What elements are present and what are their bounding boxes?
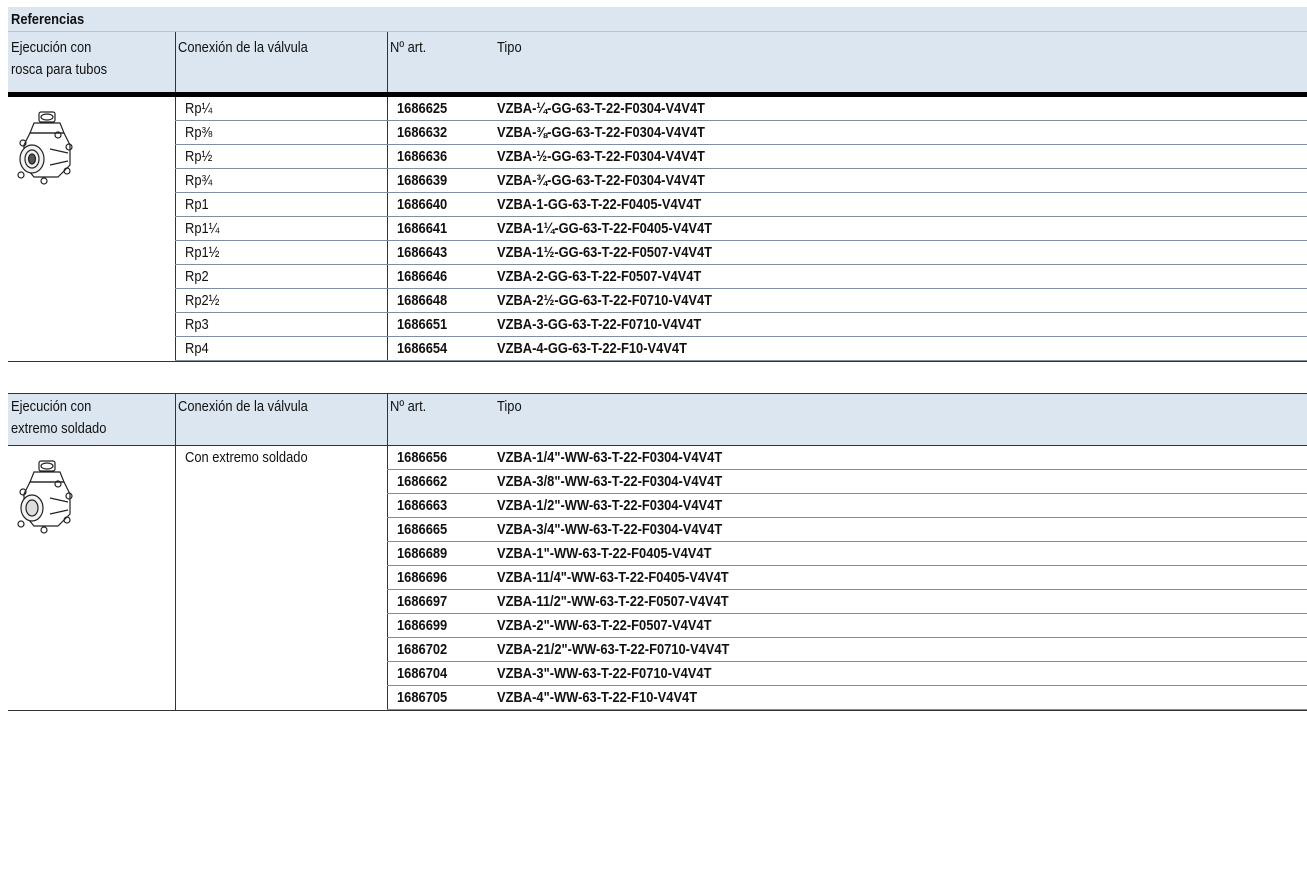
connection-cell: Rp1½ — [185, 244, 220, 261]
connection-cell: Rp1¼ — [185, 220, 220, 237]
welded-connection-label: Con extremo soldado — [185, 449, 308, 466]
part-number-cell: 1686662 — [397, 473, 448, 490]
part-number-cell: 1686665 — [397, 521, 448, 538]
col-header-part-number: Nº art. — [390, 39, 427, 56]
connection-cell: Rp2½ — [185, 292, 220, 309]
table-row: Rp1¼ 1686641 VZBA-1¼-GG-63-T-22-F0405-V4V4… — [175, 217, 1307, 241]
part-number-cell: 1686639 — [397, 172, 448, 189]
type-cell: VZBA-3"-WW-63-T-22-F0710-V4V4T — [497, 665, 712, 682]
type-cell: VZBA-½-GG-63-T-22-F0304-V4V4T — [497, 148, 705, 165]
table-row: 1686697 VZBA-11/2"-WW-63-T-22-F0507-V4V4T — [387, 590, 1307, 614]
order-table: Referencias Ejecución con rosca para tubo… — [8, 7, 1307, 711]
part-number-cell: 1686705 — [397, 689, 448, 706]
type-cell: VZBA-1/4"-WW-63-T-22-F0304-V4V4T — [497, 449, 723, 466]
connection-cell: Rp½ — [185, 148, 213, 165]
connection-cell: Rp2 — [185, 268, 209, 285]
part-number-cell: 1686654 — [397, 340, 448, 357]
table-row: 1686702 VZBA-21/2"-WW-63-T-22-F0710-V4V4T — [387, 638, 1307, 662]
section1-body: Rp¼ 1686625 VZBA-¼-GG-63-T-22-F0304-V4V4T R… — [8, 97, 1307, 361]
type-cell: VZBA-2-GG-63-T-22-F0507-V4V4T — [497, 268, 702, 285]
type-cell: VZBA-4-GG-63-T-22-F10-V4V4T — [497, 340, 687, 357]
part-number-cell: 1686656 — [397, 449, 448, 466]
type-cell: VZBA-1½-GG-63-T-22-F0507-V4V4T — [497, 244, 713, 261]
connection-cell: Rp⅜ — [185, 124, 213, 141]
type-cell: VZBA-⅜-GG-63-T-22-F0304-V4V4T — [497, 124, 705, 141]
table-row: Rp¼ 1686625 VZBA-¼-GG-63-T-22-F0304-V4V4T — [175, 97, 1307, 121]
type-cell: VZBA-1"-WW-63-T-22-F0405-V4V4T — [497, 545, 712, 562]
part-number-cell: 1686636 — [397, 148, 448, 165]
part-number-cell: 1686699 — [397, 617, 448, 634]
type-cell: VZBA-1¼-GG-63-T-22-F0405-V4V4T — [497, 220, 713, 237]
part-number-cell: 1686704 — [397, 665, 448, 682]
part-number-cell: 1686640 — [397, 196, 448, 213]
welded-ball-valve-icon — [14, 458, 80, 541]
part-number-cell: 1686632 — [397, 124, 448, 141]
table-row: 1686689 VZBA-1"-WW-63-T-22-F0405-V4V4T — [387, 542, 1307, 566]
part-number-cell: 1686651 — [397, 316, 448, 333]
section2-header: Ejecución con extremo soldado Conexión de… — [8, 394, 1307, 445]
section-spacer — [8, 361, 1307, 394]
table-row: Rp1½ 1686643 VZBA-1½-GG-63-T-22-F0507-V4V4… — [175, 241, 1307, 265]
table-row: Rp3 1686651 VZBA-3-GG-63-T-22-F0710-V4V4T — [175, 313, 1307, 337]
table-row: 1686663 VZBA-1/2"-WW-63-T-22-F0304-V4V4T — [387, 494, 1307, 518]
col-header-execution: Ejecución con extremo soldado — [11, 398, 107, 437]
type-cell: VZBA-1/2"-WW-63-T-22-F0304-V4V4T — [497, 497, 723, 514]
connection-cell: Rp1 — [185, 196, 209, 213]
part-number-cell: 1686625 — [397, 100, 448, 117]
table-row: 1686704 VZBA-3"-WW-63-T-22-F0710-V4V4T — [387, 662, 1307, 686]
table-title: Referencias — [11, 11, 85, 28]
type-cell: VZBA-3/4"-WW-63-T-22-F0304-V4V4T — [497, 521, 723, 538]
col-header-part-number: Nº art. — [390, 398, 427, 415]
part-number-cell: 1686646 — [397, 268, 448, 285]
type-cell: VZBA-11/4"-WW-63-T-22-F0405-V4V4T — [497, 569, 729, 586]
part-number-cell: 1686663 — [397, 497, 448, 514]
table-row: Rp1 1686640 VZBA-1-GG-63-T-22-F0405-V4V4T — [175, 193, 1307, 217]
type-cell: VZBA-4"-WW-63-T-22-F10-V4V4T — [497, 689, 698, 706]
col-header-connection: Conexión de la válvula — [178, 398, 308, 415]
col-header-type: Tipo — [497, 39, 522, 56]
table-row: 1686705 VZBA-4"-WW-63-T-22-F10-V4V4T — [387, 686, 1307, 710]
col-header-execution: Ejecución con rosca para tubos — [11, 39, 108, 78]
type-cell: VZBA-2½-GG-63-T-22-F0710-V4V4T — [497, 292, 713, 309]
part-number-cell: 1686696 — [397, 569, 448, 586]
table-row: 1686696 VZBA-11/4"-WW-63-T-22-F0405-V4V4T — [387, 566, 1307, 590]
section1-header: Ejecución con rosca para tubos Conexión d… — [8, 32, 1307, 92]
connection-cell: Rp¼ — [185, 100, 213, 117]
table-row: Rp4 1686654 VZBA-4-GG-63-T-22-F10-V4V4T — [175, 337, 1307, 361]
table-row: Rp⅜ 1686632 VZBA-⅜-GG-63-T-22-F0304-V4V4T — [175, 121, 1307, 145]
type-cell: VZBA-3-GG-63-T-22-F0710-V4V4T — [497, 316, 702, 333]
table-row: 1686656 VZBA-1/4"-WW-63-T-22-F0304-V4V4T — [387, 446, 1307, 470]
threaded-ball-valve-icon — [14, 109, 80, 192]
table-row: 1686665 VZBA-3/4"-WW-63-T-22-F0304-V4V4T — [387, 518, 1307, 542]
part-number-cell: 1686643 — [397, 244, 448, 261]
table-row: 1686699 VZBA-2"-WW-63-T-22-F0507-V4V4T — [387, 614, 1307, 638]
type-cell: VZBA-¾-GG-63-T-22-F0304-V4V4T — [497, 172, 705, 189]
type-cell: VZBA-11/2"-WW-63-T-22-F0507-V4V4T — [497, 593, 729, 610]
connection-cell: Rp4 — [185, 340, 209, 357]
table-row: 1686662 VZBA-3/8"-WW-63-T-22-F0304-V4V4T — [387, 470, 1307, 494]
type-cell: VZBA-1-GG-63-T-22-F0405-V4V4T — [497, 196, 702, 213]
part-number-cell: 1686697 — [397, 593, 448, 610]
type-cell: VZBA-2"-WW-63-T-22-F0507-V4V4T — [497, 617, 712, 634]
table-row: Rp¾ 1686639 VZBA-¾-GG-63-T-22-F0304-V4V4T — [175, 169, 1307, 193]
part-number-cell: 1686689 — [397, 545, 448, 562]
type-cell: VZBA-21/2"-WW-63-T-22-F0710-V4V4T — [497, 641, 730, 658]
table-row: Rp2 1686646 VZBA-2-GG-63-T-22-F0507-V4V4T — [175, 265, 1307, 289]
table-row: Rp2½ 1686648 VZBA-2½-GG-63-T-22-F0710-V4V4… — [175, 289, 1307, 313]
part-number-cell: 1686648 — [397, 292, 448, 309]
part-number-cell: 1686702 — [397, 641, 448, 658]
title-bar: Referencias — [8, 7, 1307, 32]
type-cell: VZBA-¼-GG-63-T-22-F0304-V4V4T — [497, 100, 705, 117]
table-row: Rp½ 1686636 VZBA-½-GG-63-T-22-F0304-V4V4T — [175, 145, 1307, 169]
col-header-type: Tipo — [497, 398, 522, 415]
type-cell: VZBA-3/8"-WW-63-T-22-F0304-V4V4T — [497, 473, 723, 490]
connection-cell: Rp¾ — [185, 172, 213, 189]
connection-cell: Rp3 — [185, 316, 209, 333]
col-header-connection: Conexión de la válvula — [178, 39, 308, 56]
part-number-cell: 1686641 — [397, 220, 448, 237]
section2-body: Con extremo soldado 1686656 VZBA-1/4"-WW-… — [8, 446, 1307, 711]
